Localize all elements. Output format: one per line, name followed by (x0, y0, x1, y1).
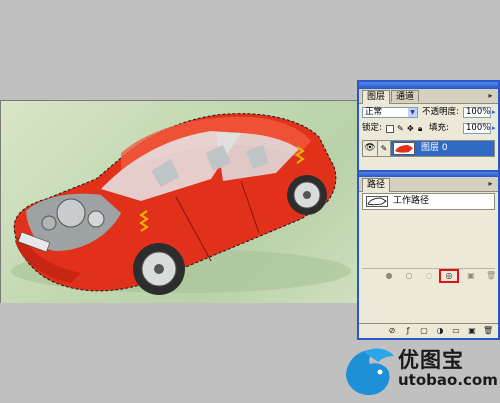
opacity-label: 不透明度: (422, 107, 459, 117)
trash-icon[interactable]: 🗑︎ (486, 271, 496, 281)
layer-mask-icon[interactable]: ▢ (419, 326, 429, 336)
selection-to-path-icon[interactable]: ◌ (424, 271, 434, 281)
document-canvas[interactable] (0, 100, 358, 303)
fill-field[interactable]: 100% (463, 123, 491, 134)
path-thumbnail (366, 196, 388, 207)
new-layer-icon[interactable]: ▣ (467, 326, 477, 336)
car-cutaway-image (11, 113, 351, 295)
opacity-field[interactable]: 100% (463, 107, 491, 118)
panel-menu-icon[interactable]: ▸ (486, 91, 495, 100)
chevron-down-icon: ▼ (408, 108, 417, 117)
logo-text-cn: 优图宝 (398, 348, 464, 372)
tab-channels[interactable]: 通道 (391, 90, 420, 102)
fill-path-icon[interactable]: ● (384, 271, 394, 281)
layers-tabrow: 图层 通道 ▸ (359, 89, 498, 104)
fill-label: 填充: (429, 123, 449, 133)
fill-arrow-icon[interactable]: ▸ (492, 123, 498, 134)
eye-icon[interactable]: 👁︎ (363, 141, 378, 156)
adjustment-layer-icon[interactable]: ◑ (435, 326, 445, 336)
paths-panel: 路径 ▸ 工作路径 ● ○ ◌ ◎ ▣ 🗑︎ ⊘ ƒ ▢ ◑ ▭ ▣ 🗑︎ (357, 170, 500, 340)
watermark-logo: 优图宝 utobao.com (340, 342, 500, 400)
layer-name: 图层 0 (421, 143, 448, 153)
layer-row[interactable]: 👁︎ ✎ 图层 0 (362, 140, 495, 157)
lock-label: 锁定: (362, 123, 382, 133)
layers-panel-titlebar[interactable] (359, 82, 498, 89)
panel-menu-icon[interactable]: ▸ (486, 179, 495, 188)
path-name: 工作路径 (393, 196, 430, 206)
opacity-arrow-icon[interactable]: ▸ (492, 107, 498, 118)
path-row[interactable]: 工作路径 (362, 193, 495, 210)
lock-fill-row: 锁定: ✎ ✥ 🔒︎ 填充: 100% ▸ (362, 122, 498, 135)
layers-bottom-bar: ⊘ ƒ ▢ ◑ ▭ ▣ 🗑︎ (359, 323, 498, 338)
lock-transparent-icon[interactable] (386, 125, 394, 133)
path-tools-row: ● ○ ◌ ◎ ▣ 🗑︎ (362, 268, 496, 283)
blend-mode-select[interactable]: 正常 ▼ (362, 107, 418, 118)
paths-tabrow: 路径 ▸ (359, 177, 498, 192)
link-layers-icon[interactable]: ⊘ (387, 326, 397, 336)
bird-logo-icon (346, 348, 394, 396)
blend-mode-value: 正常 (365, 107, 383, 117)
layer-style-icon[interactable]: ƒ (403, 326, 413, 336)
layer-thumbnail (393, 142, 415, 155)
highlight-box (439, 269, 459, 283)
lock-move-icon[interactable]: ✥ (407, 122, 414, 135)
trash-icon[interactable]: 🗑︎ (483, 326, 493, 336)
tab-layers[interactable]: 图层 (362, 90, 391, 104)
new-group-icon[interactable]: ▭ (451, 326, 461, 336)
lock-paint-icon[interactable]: ✎ (397, 122, 404, 135)
lock-all-icon[interactable]: 🔒︎ (418, 122, 422, 135)
tab-paths[interactable]: 路径 (362, 178, 391, 192)
blend-opacity-row: 正常 ▼ 不透明度: 100% ▸ (362, 106, 498, 119)
logo-text-en: utobao.com (398, 371, 498, 389)
stroke-path-icon[interactable]: ○ (404, 271, 414, 281)
brush-icon[interactable]: ✎ (378, 141, 391, 156)
new-path-icon[interactable]: ▣ (466, 271, 476, 281)
